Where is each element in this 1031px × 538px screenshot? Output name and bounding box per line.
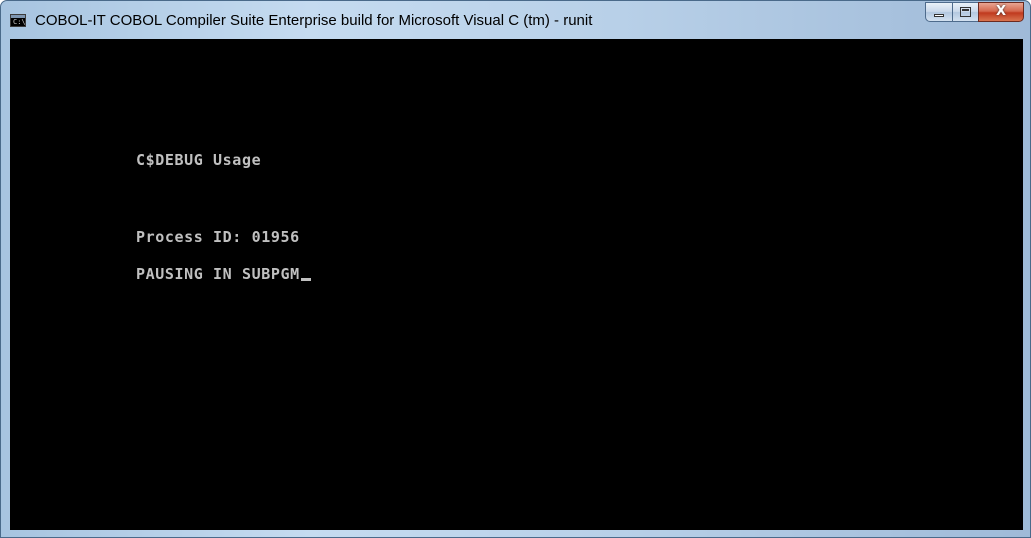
maximize-icon: [960, 7, 971, 17]
minimize-button[interactable]: [925, 2, 952, 22]
console-window: C:\ COBOL-IT COBOL Compiler Suite Enterp…: [0, 0, 1031, 538]
window-title: COBOL-IT COBOL Compiler Suite Enterprise…: [35, 12, 593, 29]
console-line-pausing: PAUSING IN SUBPGM: [136, 265, 311, 283]
console-icon-glyph: C:\: [13, 18, 26, 26]
title-bar[interactable]: C:\ COBOL-IT COBOL Compiler Suite Enterp…: [1, 1, 1030, 39]
close-button[interactable]: X: [978, 2, 1024, 22]
caption-buttons: X: [925, 2, 1024, 22]
maximize-button[interactable]: [952, 2, 978, 22]
console-app-icon[interactable]: C:\: [10, 14, 26, 27]
console-output[interactable]: C$DEBUG Usage Process ID: 01956 PAUSING …: [10, 39, 1023, 530]
console-line-pausing-text: PAUSING IN SUBPGM: [136, 265, 300, 283]
close-icon: X: [995, 4, 1007, 19]
minimize-icon: [934, 14, 944, 17]
console-line-header: C$DEBUG Usage: [136, 151, 262, 169]
console-line-process-id: Process ID: 01956: [136, 228, 300, 246]
text-cursor: [300, 278, 311, 281]
